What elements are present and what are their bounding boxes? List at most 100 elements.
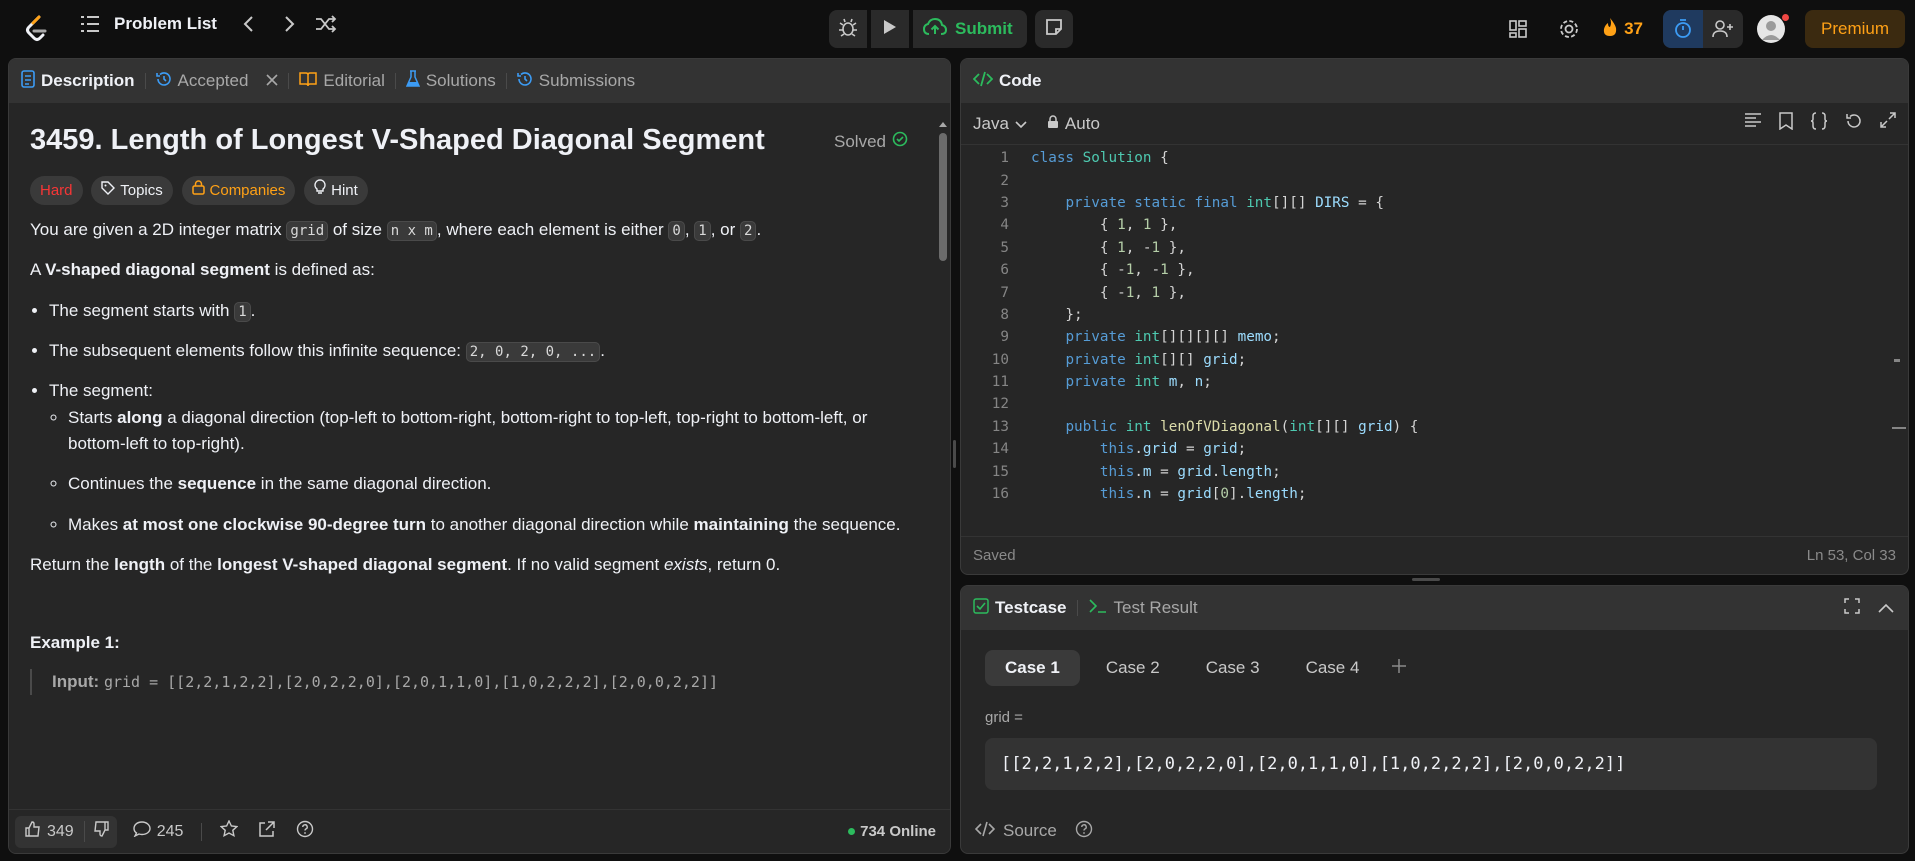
notes-button[interactable] (1034, 10, 1073, 48)
source-footer: Source (974, 809, 1093, 853)
fullscreen-icon[interactable] (1844, 597, 1860, 619)
chevron-down-icon (1015, 114, 1027, 134)
code-line: 12 (991, 396, 1009, 413)
tab-testcase[interactable]: Testcase (973, 597, 1067, 619)
add-case-icon[interactable] (1391, 658, 1407, 679)
editor-statusbar: Saved Ln 53, Col 33 (961, 536, 1908, 574)
format-icon[interactable] (1744, 112, 1762, 135)
streak-counter[interactable]: 37 (1602, 17, 1643, 42)
chevron-right-icon[interactable] (283, 15, 295, 33)
cloud-upload-icon (922, 17, 948, 41)
hint-button[interactable]: Hint (304, 175, 368, 206)
case-tab-2[interactable]: Case 2 (1086, 650, 1180, 686)
play-icon (883, 19, 897, 40)
source-button[interactable]: Source (1003, 821, 1057, 841)
dislike-button[interactable] (85, 821, 117, 842)
description-scrollbar[interactable] (938, 119, 947, 819)
flame-icon (1602, 17, 1618, 42)
tab-solutions[interactable]: Solutions (405, 69, 496, 93)
checkbox-icon (973, 597, 989, 619)
tab-description[interactable]: Description (21, 69, 135, 93)
case-tabs: Case 1 Case 2 Case 3 Case 4 (985, 650, 1407, 686)
shuffle-icon[interactable] (315, 15, 337, 33)
code-title: Code (972, 71, 1042, 92)
list-item: Starts along a diagonal direction (top-l… (68, 405, 923, 458)
history-icon (155, 71, 172, 92)
chevron-left-icon[interactable] (243, 15, 255, 33)
input-label: Input: (52, 671, 100, 691)
tab-accepted[interactable]: Accepted (155, 71, 279, 92)
submit-button[interactable]: Submit (913, 10, 1027, 48)
input-value: grid = [[2,2,1,2,2],[2,0,2,2,0],[2,0,1,1… (103, 672, 719, 691)
language-select[interactable]: Java (973, 114, 1027, 134)
minimap-marker (1892, 427, 1906, 429)
tab-submissions-label: Submissions (538, 71, 636, 90)
case-tab-4[interactable]: Case 4 (1286, 650, 1380, 686)
topics-label: Topics (120, 181, 163, 199)
close-icon[interactable] (266, 71, 278, 91)
debug-button[interactable] (829, 10, 867, 48)
code-line: 1 class Solution { (1000, 150, 1169, 167)
code-line: 8 }; (1000, 306, 1083, 323)
case-tab-3[interactable]: Case 3 (1186, 650, 1280, 686)
help-icon[interactable] (296, 820, 314, 843)
save-status: Saved (973, 547, 1016, 564)
code-line: 14 this.grid = grid; (991, 441, 1247, 458)
expand-icon[interactable] (1880, 112, 1896, 135)
tab-test-result[interactable]: Test Result (1088, 598, 1198, 619)
definition-text: A V-shaped diagonal segment is defined a… (30, 260, 375, 280)
code-panel: Code Java Auto 1 class Solution { 2 3 pri… (960, 58, 1909, 575)
online-label: 734 Online (860, 823, 936, 840)
vertical-resize-handle[interactable] (1412, 578, 1440, 581)
reset-icon[interactable] (1845, 112, 1863, 135)
tab-editorial-label: Editorial (323, 71, 385, 90)
star-icon[interactable] (220, 819, 239, 843)
braces-icon[interactable] (1810, 112, 1828, 135)
rules-list: The segment starts with 1. The subsequen… (49, 298, 923, 538)
gear-icon[interactable] (1558, 18, 1580, 40)
tab-submissions[interactable]: Submissions (516, 71, 636, 92)
case-tab-1[interactable]: Case 1 (985, 650, 1080, 686)
list-item: The subsequent elements follow this infi… (49, 338, 923, 364)
help-icon[interactable] (1075, 820, 1093, 843)
bookmark-icon[interactable] (1779, 112, 1793, 135)
add-user-icon[interactable] (1703, 20, 1743, 38)
chevron-up-icon[interactable] (1878, 598, 1894, 619)
code-editor[interactable]: 1 class Solution { 2 3 private static fin… (961, 147, 1908, 574)
code-line: 4 { 1, 1 }, (1000, 217, 1178, 234)
testcase-input[interactable]: [[2,2,1,2,2],[2,0,2,2,0],[2,0,1,1,0],[1,… (985, 738, 1877, 790)
run-button[interactable] (871, 10, 909, 48)
code-line: 16 this.n = grid[0].length; (991, 486, 1307, 503)
avatar[interactable] (1756, 14, 1789, 43)
solved-status: Solved (834, 129, 908, 155)
solved-label: Solved (834, 132, 886, 151)
problem-list-link[interactable]: Problem List (114, 14, 217, 34)
history-icon (516, 71, 533, 92)
hint-label: Hint (331, 181, 358, 199)
tab-editorial[interactable]: Editorial (299, 71, 385, 92)
flask-icon (405, 69, 420, 93)
list-item: The segment starts with 1. (49, 298, 923, 324)
share-icon[interactable] (258, 820, 276, 843)
vote-group: 349 (15, 815, 117, 848)
like-button[interactable]: 349 (15, 821, 85, 842)
code-line: 13 public int lenOfVDiagonal(int[][] gri… (991, 418, 1419, 435)
layout-icon[interactable] (1508, 19, 1528, 39)
leetcode-logo[interactable] (24, 15, 50, 43)
premium-button[interactable]: Premium (1804, 10, 1905, 48)
auto-mode[interactable]: Auto (1047, 114, 1100, 134)
code-header: Code (961, 59, 1908, 103)
comment-count: 245 (156, 822, 184, 840)
example-title: Example 1: (30, 633, 120, 653)
code-line: 2 (1000, 172, 1009, 189)
problem-description: 3459. Length of Longest V-Shaped Diagona… (9, 103, 944, 853)
topics-button[interactable]: Topics (91, 175, 173, 206)
description-panel: Description Accepted Editorial Solutions… (8, 58, 951, 854)
companies-button[interactable]: Companies (181, 175, 296, 206)
submit-label: Submit (955, 19, 1013, 38)
lock-icon (191, 179, 205, 202)
list-icon[interactable] (80, 15, 100, 33)
horizontal-resize-handle[interactable] (953, 440, 956, 468)
timer-icon[interactable] (1662, 10, 1703, 48)
comments-button[interactable]: 245 (133, 821, 184, 842)
